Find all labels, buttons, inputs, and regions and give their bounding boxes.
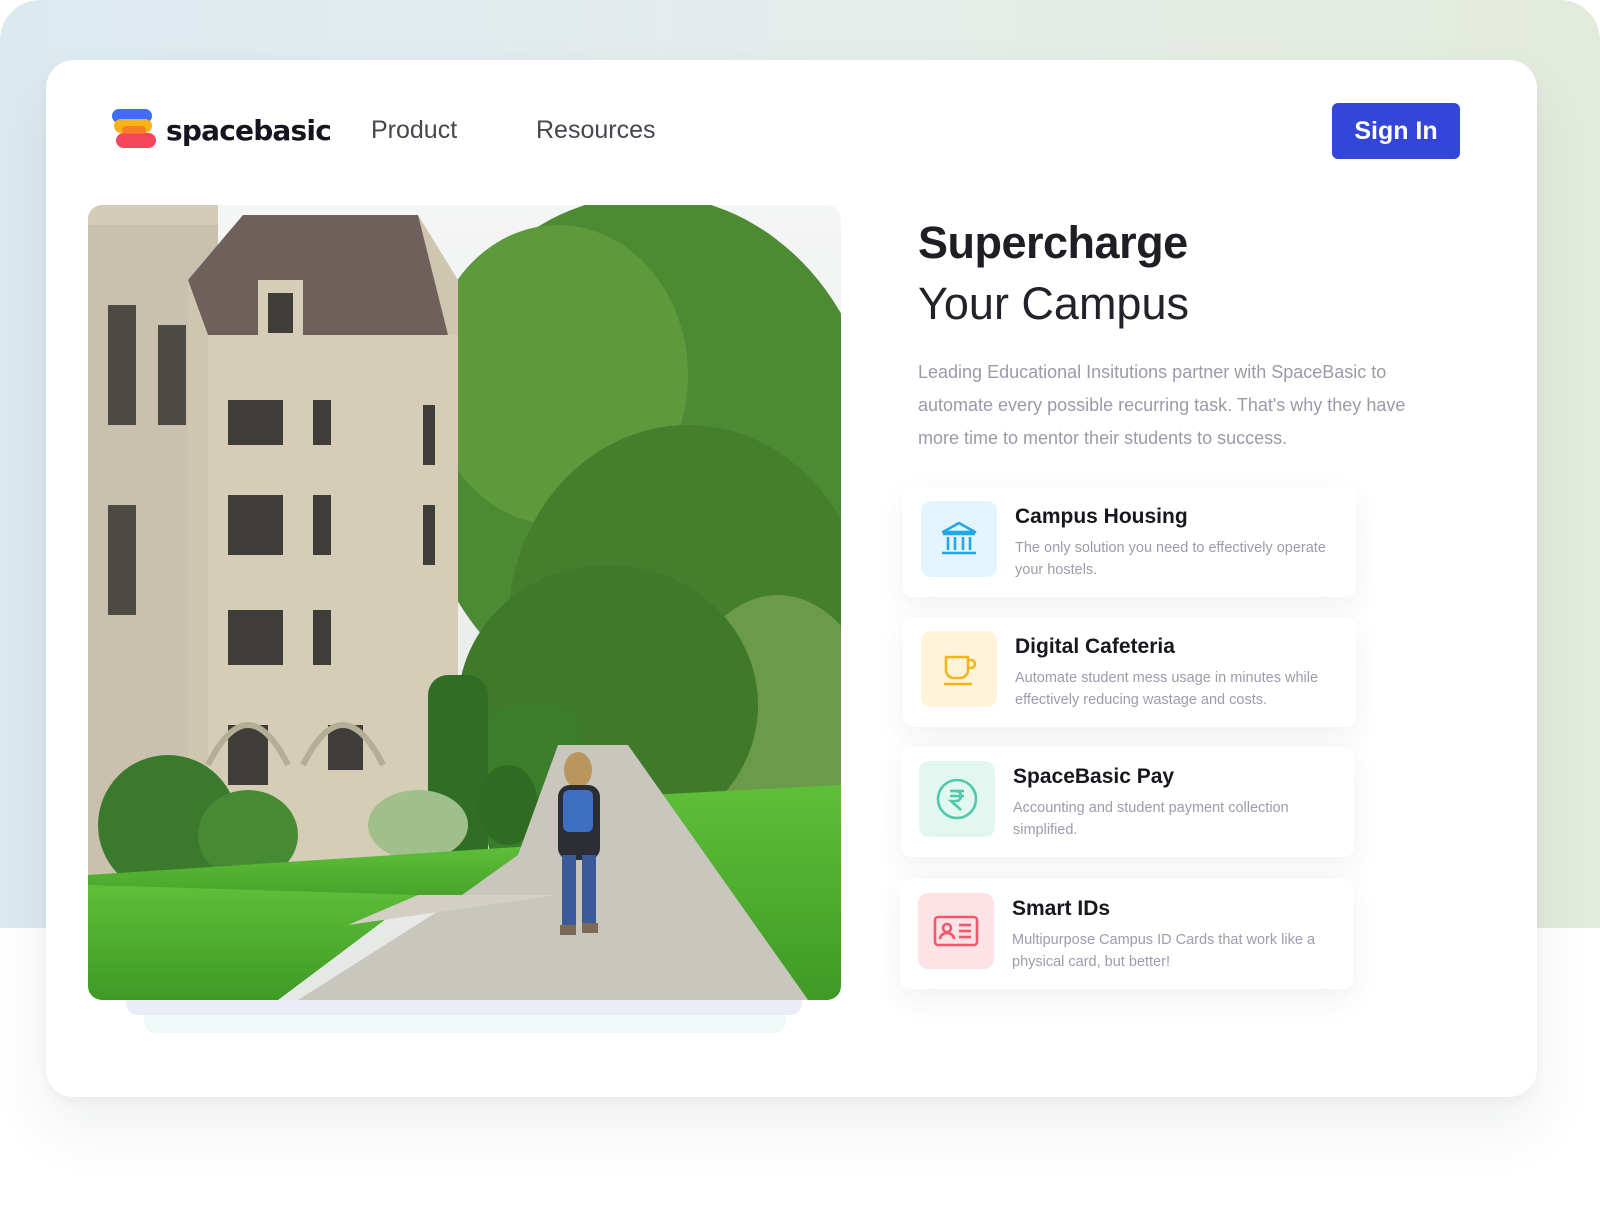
nav-product[interactable]: Product bbox=[371, 116, 457, 145]
feature-description: The only solution you need to effectivel… bbox=[1015, 540, 1326, 578]
feature-card-digital-cafeteria[interactable]: Digital Cafeteria Automate student mess … bbox=[903, 617, 1356, 727]
hero-description: Leading Educational Insitutions partner … bbox=[918, 362, 1406, 448]
feature-description: Automate student mess usage in minutes w… bbox=[1015, 670, 1319, 708]
main-card: spacebasic Product Resources Sign In Sup… bbox=[46, 60, 1537, 1097]
brand-logo[interactable]: spacebasic bbox=[112, 108, 332, 152]
hero-title: Supercharge bbox=[918, 217, 1188, 268]
rupee-icon bbox=[919, 761, 995, 837]
brand-name: spacebasic bbox=[166, 113, 332, 147]
id-card-icon bbox=[918, 893, 994, 969]
building-icon bbox=[921, 501, 997, 577]
feature-card-smart-ids[interactable]: Smart IDs Multipurpose Campus ID Cards t… bbox=[900, 879, 1353, 989]
nav-resources[interactable]: Resources bbox=[536, 116, 656, 145]
feature-title: Digital Cafeteria bbox=[1015, 635, 1175, 658]
feature-description: Accounting and student payment collectio… bbox=[1013, 800, 1289, 838]
feature-card-spacebasic-pay[interactable]: SpaceBasic Pay Accounting and student pa… bbox=[901, 747, 1354, 857]
campus-photo bbox=[88, 205, 841, 1000]
sign-in-button[interactable]: Sign In bbox=[1332, 103, 1460, 159]
feature-title: Campus Housing bbox=[1015, 505, 1188, 528]
cup-icon bbox=[921, 631, 997, 707]
logo-mark-icon bbox=[112, 108, 156, 152]
feature-title: Smart IDs bbox=[1012, 897, 1111, 920]
hero-subtitle: Your Campus bbox=[918, 278, 1189, 329]
feature-description: Multipurpose Campus ID Cards that work l… bbox=[1012, 932, 1316, 970]
feature-card-campus-housing[interactable]: Campus Housing The only solution you nee… bbox=[903, 487, 1356, 597]
feature-title: SpaceBasic Pay bbox=[1013, 765, 1175, 788]
